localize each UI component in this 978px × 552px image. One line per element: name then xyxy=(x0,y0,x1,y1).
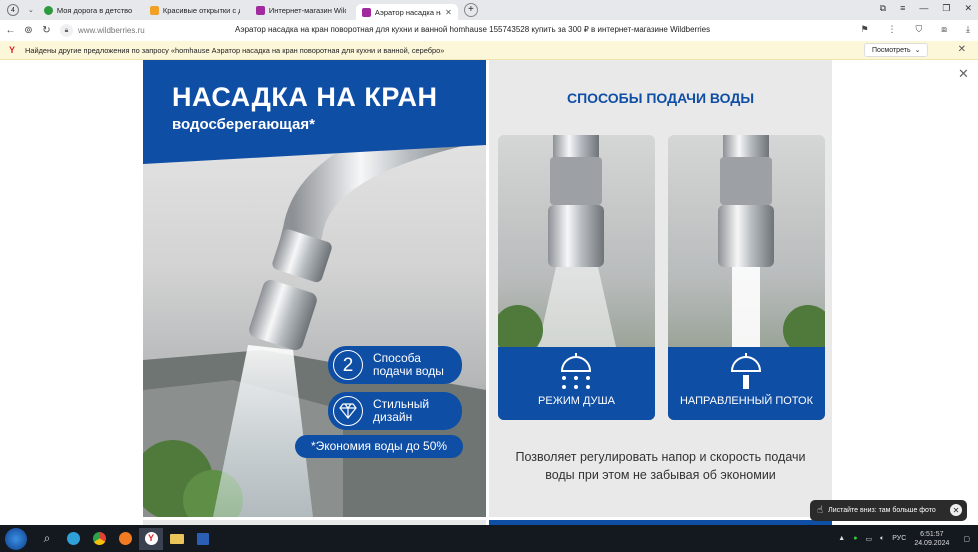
window-controls: ⧉ ≡ — ❐ ✕ xyxy=(880,3,972,14)
stream-icon xyxy=(730,353,762,389)
minimize-icon[interactable]: — xyxy=(919,3,928,14)
bookmarks-icon[interactable]: ⧉ xyxy=(880,3,886,14)
offers-infobar: Y Найдены другие предложения по запросу … xyxy=(0,41,978,60)
restore-icon[interactable]: ❐ xyxy=(942,3,950,14)
tab-2[interactable]: Красивые открытки с доб xyxy=(144,2,246,18)
tab-favicon-orange-icon xyxy=(149,5,159,15)
modal-close-icon[interactable]: ✕ xyxy=(958,66,969,82)
yandex-logo-icon: Y xyxy=(9,45,16,55)
address-domain[interactable]: www.wildberries.ru xyxy=(78,26,145,35)
methods-title: СПОСОБЫ ПОДАЧИ ВОДЫ xyxy=(566,90,755,106)
start-button[interactable] xyxy=(5,527,27,550)
stream-faucet-illustration xyxy=(718,135,825,347)
tab-label: Красивые открытки с доб xyxy=(162,5,240,15)
tab-label: Моя дорога в детство - С xyxy=(56,5,134,15)
diamond-icon xyxy=(333,396,363,426)
product-image-1[interactable]: НАСАДКА НА КРАН водосберегающая* 2 Спосо… xyxy=(143,60,486,517)
tab-favicon-wb-icon xyxy=(361,7,371,17)
look-button-label: Посмотреть xyxy=(872,46,911,54)
product-image-2[interactable]: СПОСОБЫ ПОДАЧИ ВОДЫ РЕЖИМ ДУША НАПРАВЛЕН… xyxy=(489,60,832,517)
methods-caption: Позволяет регулировать напор и скорость … xyxy=(515,450,806,482)
close-window-icon[interactable]: ✕ xyxy=(964,3,972,14)
hero-title: НАСАДКА НА КРАН xyxy=(172,82,438,112)
feature-text: Стильный дизайн xyxy=(373,397,430,424)
clock-date: 24.09.2024 xyxy=(914,539,950,547)
bookmark-flag-icon[interactable]: ⚑ xyxy=(860,24,868,35)
firefox-icon[interactable] xyxy=(113,528,137,550)
feature-text: Способа подачи воды xyxy=(373,351,444,378)
lock-icon[interactable]: 🔒︎ xyxy=(60,24,73,37)
stream-mode-label: НАПРАВЛЕННЫЙ ПОТОК xyxy=(679,395,813,407)
feature-pill-modes: 2 Способа подачи воды xyxy=(328,346,462,384)
new-tab-button[interactable]: + xyxy=(463,3,478,17)
shower-faucet-illustration xyxy=(498,135,616,347)
shower-mode-panel: РЕЖИМ ДУША xyxy=(498,347,655,420)
tab-label: Интернет-магазин Wildb xyxy=(268,5,346,15)
more-vertical-icon[interactable]: ⋮ xyxy=(888,24,897,35)
feature-pill-economy: *Экономия воды до 50% xyxy=(295,435,463,458)
system-tray: ▲ ● ▭ 🔈︎ РУС 6:51:57 24.09.2024 ▢ xyxy=(838,525,978,552)
word-icon[interactable] xyxy=(191,528,215,550)
network-icon[interactable]: ▭ xyxy=(865,535,872,543)
tab-label: Аэратор насадка на кра xyxy=(374,7,441,17)
tab-bar: 4 ⌄ Моя дорога в детство - С Красивые от… xyxy=(0,0,978,20)
shower-mode-label: РЕЖИМ ДУША xyxy=(538,395,615,407)
tab-1[interactable]: Моя дорога в детство - С xyxy=(38,2,140,18)
product-gallery-modal: ✕ НАСАДКА НА КРАН водосберегающая* 2 Спо… xyxy=(0,60,978,525)
shower-mode-card: РЕЖИМ ДУША xyxy=(498,135,655,420)
stream-mode-panel: НАПРАВЛЕННЫЙ ПОТОК xyxy=(668,347,825,420)
shower-icon xyxy=(560,353,592,389)
hero-subtitle: водосберегающая* xyxy=(172,116,315,133)
tab-close-icon[interactable]: ✕ xyxy=(445,8,452,17)
page-title: Аэратор насадка на кран поворотная для к… xyxy=(235,25,711,34)
look-button[interactable]: Посмотреть ⌄ xyxy=(864,43,929,57)
download-icon[interactable]: ⤓ xyxy=(966,24,970,35)
file-explorer-icon[interactable] xyxy=(165,528,189,550)
edge-icon[interactable] xyxy=(61,528,85,550)
notifications-icon[interactable]: ▢ xyxy=(963,535,970,543)
clock[interactable]: 6:51:57 24.09.2024 xyxy=(914,530,949,548)
yandex-browser-icon[interactable]: Y xyxy=(139,527,163,550)
feature-pill-design: Стильный дизайн xyxy=(328,392,462,430)
volume-icon[interactable]: 🔈︎ xyxy=(880,535,884,543)
hand-pointer-icon: ☝ xyxy=(817,505,824,516)
tab-favicon-green-icon xyxy=(43,5,53,15)
scroll-hint-text: Листайте вниз: там больше фото xyxy=(828,507,936,514)
offers-text: Найдены другие предложения по запросу «h… xyxy=(25,45,445,55)
menu-icon[interactable]: ≡ xyxy=(900,3,905,14)
shield-icon[interactable]: ⛉ xyxy=(916,24,923,35)
tab-4-active[interactable]: Аэратор насадка на кра ✕ xyxy=(355,4,458,20)
number-badge: 2 xyxy=(333,350,363,380)
extensions-icon[interactable]: ⧈ xyxy=(941,24,947,35)
tab-favicon-wb-icon xyxy=(255,5,265,15)
tray-app-icon[interactable]: ● xyxy=(853,535,857,542)
stream-mode-card: НАПРАВЛЕННЫЙ ПОТОК xyxy=(668,135,825,420)
search-icon[interactable]: ⌕ xyxy=(35,528,59,550)
chevron-down-icon: ⌄ xyxy=(914,47,921,54)
back-arrow-icon[interactable]: ← xyxy=(3,25,18,36)
show-hidden-icons-icon[interactable]: ▲ xyxy=(838,535,845,542)
tab-count-badge[interactable]: 4 xyxy=(7,4,19,16)
infobar-close-icon[interactable]: ✕ xyxy=(958,44,966,55)
scroll-hint-toast: ☝ Листайте вниз: там больше фото ✕ xyxy=(810,500,967,521)
tab-list-chevron-icon[interactable]: ⌄ xyxy=(28,6,34,14)
reload-icon[interactable]: ↻ xyxy=(39,25,54,36)
windows-taskbar: ⌕ Y ▲ ● ▭ 🔈︎ РУС 6:51:57 24.09.2024 ▢ xyxy=(0,525,978,552)
toast-close-icon[interactable]: ✕ xyxy=(950,504,962,516)
browser-window: 4 ⌄ Моя дорога в детство - С Красивые от… xyxy=(0,0,978,552)
address-actions: ⚑ ⋮ ⛉ ⧈ ⤓ xyxy=(860,24,970,35)
address-bar: ← ⊚ ↻ 🔒︎ www.wildberries.ru Аэратор наса… xyxy=(0,20,978,41)
tab-3[interactable]: Интернет-магазин Wildb xyxy=(250,2,352,18)
chrome-icon[interactable] xyxy=(87,528,111,550)
language-indicator[interactable]: РУС xyxy=(892,535,906,542)
clock-time: 6:51:57 xyxy=(920,530,944,538)
yandex-home-icon[interactable]: ⊚ xyxy=(21,25,36,36)
